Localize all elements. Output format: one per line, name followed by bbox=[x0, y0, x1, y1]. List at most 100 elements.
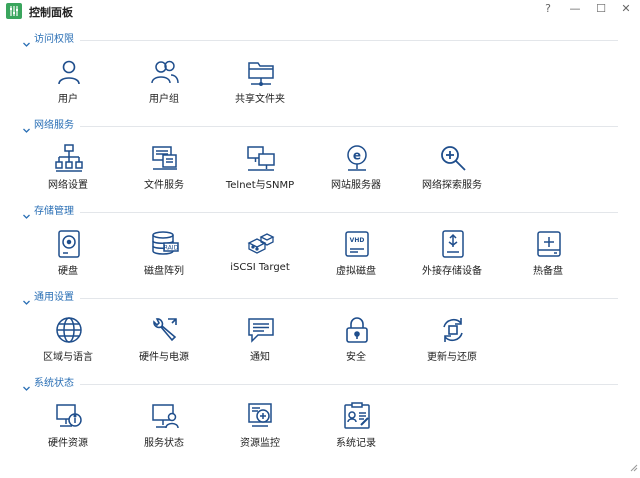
service-status-icon bbox=[150, 401, 180, 431]
user-icon bbox=[54, 57, 84, 87]
control-panel-item[interactable]: 硬件与电源 bbox=[116, 315, 212, 371]
web-server-icon: e bbox=[342, 143, 372, 173]
iscsi-target-icon bbox=[246, 229, 276, 259]
item-label: 网络探索服务 bbox=[422, 180, 482, 191]
section-title: 访问权限 bbox=[34, 34, 74, 45]
section-header[interactable]: 网络服务 bbox=[22, 119, 618, 133]
svg-text:e: e bbox=[353, 149, 361, 163]
wrench-icon bbox=[150, 315, 180, 345]
item-label: 系统记录 bbox=[336, 438, 376, 449]
control-panel-item[interactable]: 系统记录 bbox=[308, 401, 404, 457]
title-bar: 控制面板 ? — ☐ ✕ bbox=[0, 0, 640, 22]
help-button[interactable]: ? bbox=[539, 2, 557, 16]
item-label: 硬件资源 bbox=[48, 438, 88, 449]
section-divider bbox=[80, 298, 618, 299]
section-header[interactable]: 访问权限 bbox=[22, 33, 618, 47]
resource-monitor-icon bbox=[246, 401, 276, 431]
control-panel-item[interactable]: e 网站服务器 bbox=[308, 143, 404, 199]
control-panel-item[interactable]: 用户 bbox=[20, 57, 116, 113]
control-panel-item[interactable]: Telnet与SNMP bbox=[212, 143, 308, 199]
hard-disk-icon bbox=[54, 229, 84, 259]
control-panel-item[interactable]: 资源监控 bbox=[212, 401, 308, 457]
lock-icon bbox=[342, 315, 372, 345]
update-icon bbox=[438, 315, 468, 345]
network-discovery-icon bbox=[438, 143, 468, 173]
virtual-disk-icon: VHD bbox=[342, 229, 372, 259]
item-label: 网站服务器 bbox=[331, 180, 381, 191]
item-label: 资源监控 bbox=[240, 438, 280, 449]
control-panel-item[interactable]: 硬件资源 bbox=[20, 401, 116, 457]
hardware-resources-icon bbox=[54, 401, 84, 431]
section-header[interactable]: 系统状态 bbox=[22, 377, 618, 391]
control-panel-item[interactable]: iSCSI Target bbox=[212, 229, 308, 285]
close-button[interactable]: ✕ bbox=[617, 2, 635, 16]
item-label: 外接存储设备 bbox=[422, 266, 482, 277]
section-title: 通用设置 bbox=[34, 292, 74, 303]
control-panel-item[interactable]: 文件服务 bbox=[116, 143, 212, 199]
item-label: 热备盘 bbox=[533, 266, 563, 277]
section-title: 网络服务 bbox=[34, 120, 74, 131]
raid-icon: RAID bbox=[150, 229, 180, 259]
external-storage-icon bbox=[438, 229, 468, 259]
item-label: 区域与语言 bbox=[43, 352, 93, 363]
item-label: 共享文件夹 bbox=[235, 94, 285, 105]
system-log-icon bbox=[342, 401, 372, 431]
section-title: 存储管理 bbox=[34, 206, 74, 217]
control-panel-item[interactable]: 外接存储设备 bbox=[404, 229, 500, 285]
item-label: 用户 bbox=[58, 94, 78, 105]
hot-spare-icon bbox=[534, 229, 564, 259]
control-panel-item[interactable]: 安全 bbox=[308, 315, 404, 371]
telnet-snmp-icon bbox=[246, 143, 276, 173]
control-panel-item[interactable]: 更新与还原 bbox=[404, 315, 500, 371]
item-label: 硬盘 bbox=[58, 266, 78, 277]
shared-folder-icon bbox=[246, 57, 276, 87]
item-label: 服务状态 bbox=[144, 438, 184, 449]
window-title: 控制面板 bbox=[29, 6, 73, 19]
user-group-icon bbox=[150, 57, 180, 87]
control-panel-item[interactable]: 网络探索服务 bbox=[404, 143, 500, 199]
control-panel-item[interactable]: RAID 磁盘阵列 bbox=[116, 229, 212, 285]
chevron-down-icon[interactable] bbox=[22, 34, 31, 53]
control-panel-item[interactable]: VHD 虚拟磁盘 bbox=[308, 229, 404, 285]
item-label: 安全 bbox=[346, 352, 366, 363]
chevron-down-icon[interactable] bbox=[22, 292, 31, 311]
section-divider bbox=[80, 384, 618, 385]
section-divider bbox=[80, 40, 618, 41]
chevron-down-icon[interactable] bbox=[22, 206, 31, 225]
section-header[interactable]: 存储管理 bbox=[22, 205, 618, 219]
svg-text:RAID: RAID bbox=[164, 245, 179, 252]
item-label: iSCSI Target bbox=[230, 262, 290, 273]
notification-icon bbox=[246, 315, 276, 345]
control-panel-item[interactable]: 用户组 bbox=[116, 57, 212, 113]
control-panel-item[interactable]: 服务状态 bbox=[116, 401, 212, 457]
control-panel-item[interactable]: 共享文件夹 bbox=[212, 57, 308, 113]
item-label: 更新与还原 bbox=[427, 352, 477, 363]
chevron-down-icon[interactable] bbox=[22, 378, 31, 397]
section-divider bbox=[80, 212, 618, 213]
section-title: 系统状态 bbox=[34, 378, 74, 389]
item-label: 磁盘阵列 bbox=[144, 266, 184, 277]
control-panel-item[interactable]: 区域与语言 bbox=[20, 315, 116, 371]
control-panel-item[interactable]: 热备盘 bbox=[500, 229, 596, 285]
section-divider bbox=[80, 126, 618, 127]
item-label: 文件服务 bbox=[144, 180, 184, 191]
item-label: 虚拟磁盘 bbox=[336, 266, 376, 277]
maximize-button[interactable]: ☐ bbox=[592, 2, 610, 16]
item-label: 网络设置 bbox=[48, 180, 88, 191]
chevron-down-icon[interactable] bbox=[22, 120, 31, 139]
globe-icon bbox=[54, 315, 84, 345]
item-label: Telnet与SNMP bbox=[225, 180, 295, 191]
item-label: 用户组 bbox=[149, 94, 179, 105]
resize-grip-icon[interactable] bbox=[630, 457, 638, 476]
file-services-icon bbox=[150, 143, 180, 173]
item-label: 通知 bbox=[250, 352, 270, 363]
minimize-button[interactable]: — bbox=[566, 2, 584, 16]
control-panel-item[interactable]: 硬盘 bbox=[20, 229, 116, 285]
section-header[interactable]: 通用设置 bbox=[22, 291, 618, 305]
svg-text:VHD: VHD bbox=[350, 237, 365, 244]
network-settings-icon bbox=[54, 143, 84, 173]
item-label: 硬件与电源 bbox=[139, 352, 189, 363]
control-panel-item[interactable]: 通知 bbox=[212, 315, 308, 371]
control-panel-item[interactable]: 网络设置 bbox=[20, 143, 116, 199]
control-panel-app-icon bbox=[6, 3, 22, 19]
